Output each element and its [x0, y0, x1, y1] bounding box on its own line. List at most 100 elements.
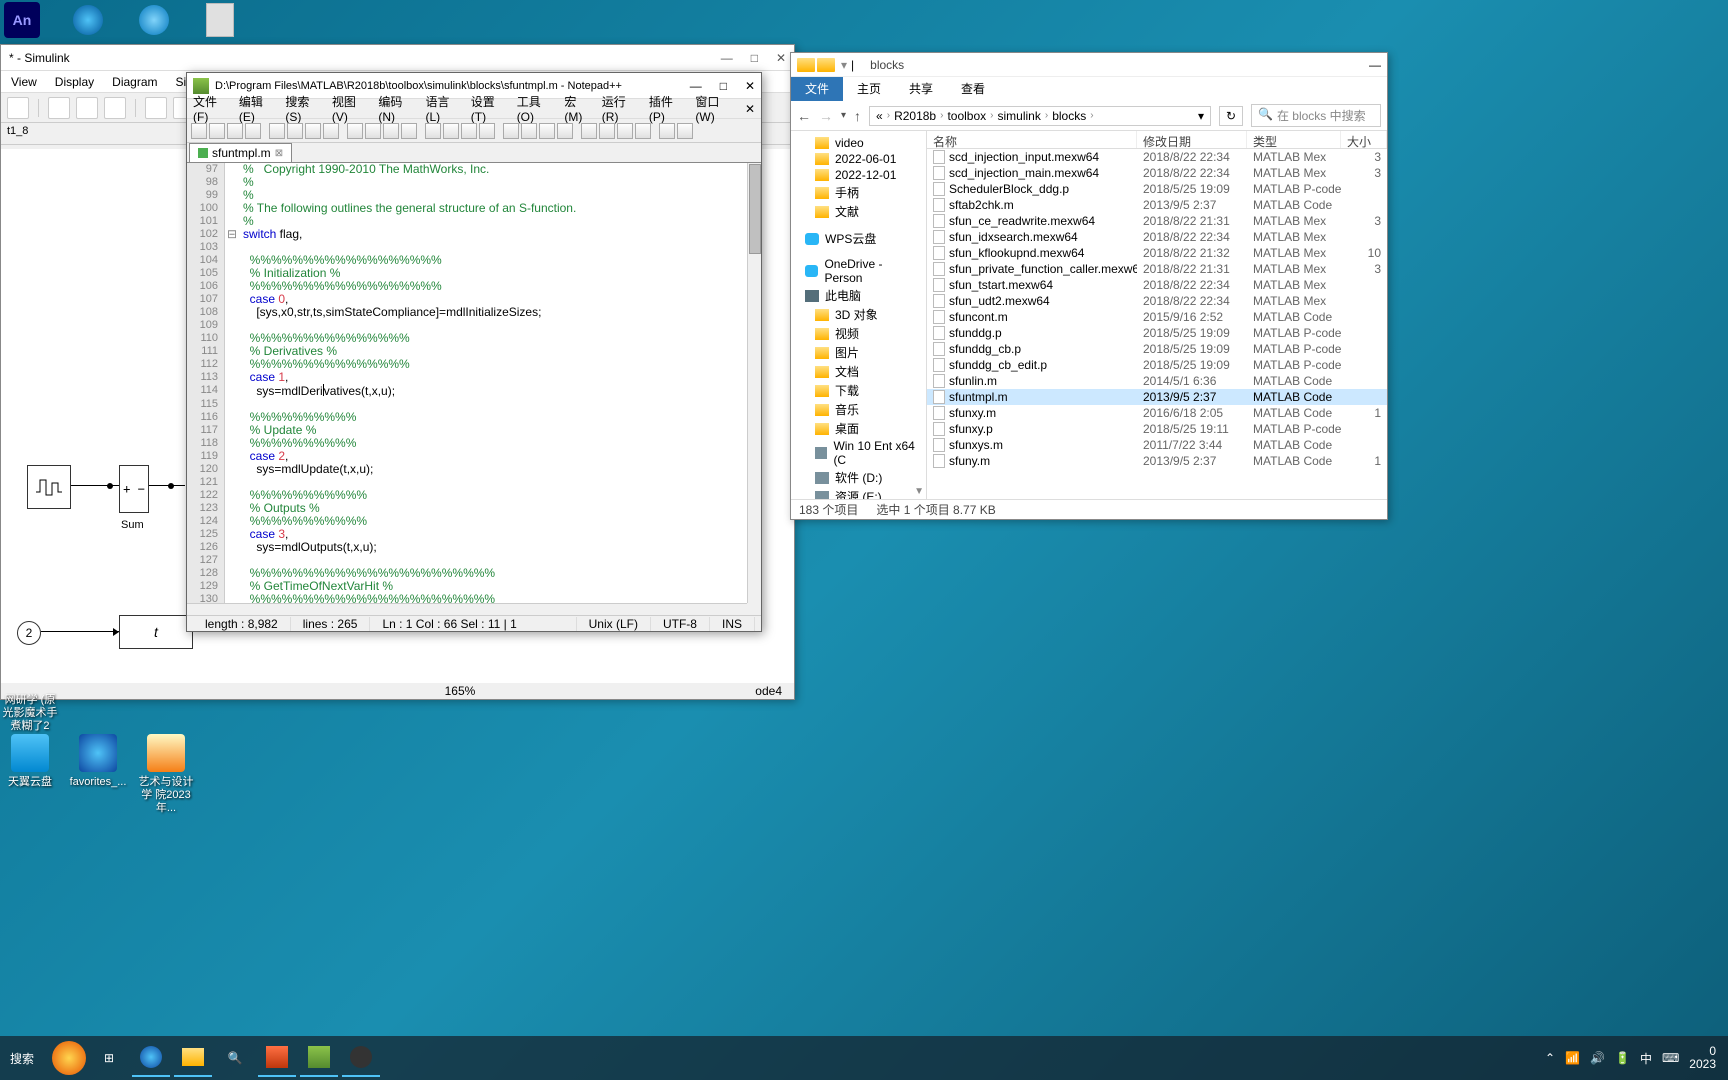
- column-headers[interactable]: 名称 修改日期 类型 大小: [927, 131, 1387, 149]
- back-button[interactable]: [48, 97, 70, 119]
- taskbar[interactable]: 搜索 ⊞ 🔍 ⌃ 📶 🔊 🔋 中 ⌨ 0 2023: [0, 1036, 1728, 1080]
- explorer-ribbon-tabs[interactable]: 文件主页共享查看: [791, 77, 1387, 101]
- file-row[interactable]: sfunddg_cb_edit.p2018/5/25 19:09MATLAB P…: [927, 357, 1387, 373]
- forward-button[interactable]: →: [819, 108, 833, 124]
- toolbar-button[interactable]: [635, 123, 651, 139]
- toolbar-button[interactable]: [539, 123, 555, 139]
- sidebar-item[interactable]: 2022-12-01: [791, 167, 926, 183]
- ribbon-tab[interactable]: 主页: [843, 77, 895, 101]
- sidebar-item[interactable]: 3D 对象: [791, 305, 926, 324]
- menu-item[interactable]: 窗口(W): [695, 93, 735, 124]
- file-row[interactable]: sftab2chk.m2013/9/5 2:37MATLAB Code: [927, 197, 1387, 213]
- minimize-button[interactable]: —: [690, 79, 702, 93]
- npp-menubar[interactable]: 文件(F)编辑(E)搜索(S)视图(V)编码(N)语言(L)设置(T)工具(O)…: [187, 99, 761, 119]
- menu-item[interactable]: 视图(V): [332, 93, 369, 124]
- sidebar-item[interactable]: 2022-06-01: [791, 151, 926, 167]
- library-button[interactable]: [145, 97, 167, 119]
- file-row[interactable]: scd_injection_input.mexw642018/8/22 22:3…: [927, 149, 1387, 165]
- menu-item[interactable]: 编码(N): [378, 93, 415, 124]
- file-row[interactable]: SchedulerBlock_ddg.p2018/5/25 19:09MATLA…: [927, 181, 1387, 197]
- ribbon-tab[interactable]: 共享: [895, 77, 947, 101]
- toolbar-button[interactable]: [365, 123, 381, 139]
- toolbar-button[interactable]: [305, 123, 321, 139]
- maximize-button[interactable]: □: [751, 51, 758, 65]
- obs-taskbar-icon[interactable]: [342, 1039, 380, 1077]
- adobe-animate-icon[interactable]: An: [4, 2, 40, 38]
- signal-generator-block[interactable]: [27, 465, 71, 509]
- system-tray[interactable]: ⌃ 📶 🔊 🔋 中 ⌨ 0 2023: [1545, 1045, 1724, 1071]
- up-button[interactable]: ↑: [854, 108, 861, 124]
- refresh-button[interactable]: ↻: [1219, 106, 1243, 126]
- sidebar-item[interactable]: 下载: [791, 381, 926, 400]
- breadcrumb-item[interactable]: toolbox: [947, 109, 986, 123]
- vertical-scrollbar[interactable]: [747, 163, 761, 603]
- search-input[interactable]: 🔍在 blocks 中搜索: [1251, 104, 1381, 127]
- menu-item[interactable]: 语言(L): [426, 93, 461, 124]
- toolbar-button[interactable]: [443, 123, 459, 139]
- toolbar-button[interactable]: [599, 123, 615, 139]
- close-button[interactable]: ✕: [776, 51, 786, 65]
- npp-tabbar[interactable]: sfuntmpl.m ⊠: [187, 143, 761, 163]
- toolbar-button[interactable]: [581, 123, 597, 139]
- close-icon[interactable]: ✕: [745, 102, 755, 116]
- document-icon[interactable]: [202, 2, 238, 38]
- menu-item[interactable]: Diagram: [112, 75, 157, 89]
- matlab-taskbar-icon[interactable]: [258, 1039, 296, 1077]
- maximize-button[interactable]: □: [720, 79, 727, 93]
- camera-app-icon[interactable]: [70, 2, 106, 38]
- toolbar-button[interactable]: [617, 123, 633, 139]
- recent-button[interactable]: ▾: [841, 110, 846, 121]
- file-row[interactable]: sfun_udt2.mexw642018/8/22 22:34MATLAB Me…: [927, 293, 1387, 309]
- sidebar-item[interactable]: 文献: [791, 202, 926, 221]
- file-row[interactable]: sfunddg_cb.p2018/5/25 19:09MATLAB P-code: [927, 341, 1387, 357]
- menu-item[interactable]: Display: [55, 75, 94, 89]
- ribbon-tab[interactable]: 查看: [947, 77, 999, 101]
- sidebar-item[interactable]: 图片: [791, 343, 926, 362]
- file-row[interactable]: sfunddg.p2018/5/25 19:09MATLAB P-code: [927, 325, 1387, 341]
- desktop-icon-edge[interactable]: favorites_...: [68, 734, 128, 816]
- file-row[interactable]: sfunlin.m2014/5/1 6:36MATLAB Code: [927, 373, 1387, 389]
- npp-editor[interactable]: 97% Copyright 1990-2010 The MathWorks, I…: [187, 163, 747, 603]
- npp-tab-active[interactable]: sfuntmpl.m ⊠: [189, 143, 292, 162]
- menu-item[interactable]: 工具(O): [517, 93, 555, 124]
- sum-block[interactable]: + −: [119, 465, 149, 513]
- minimize-button[interactable]: —: [1369, 58, 1381, 72]
- clock[interactable]: 0 2023: [1689, 1045, 1716, 1071]
- breadcrumb-item[interactable]: «: [876, 109, 883, 123]
- ime-indicator[interactable]: 中: [1640, 1050, 1652, 1067]
- toolbar-button[interactable]: [209, 123, 225, 139]
- sidebar-item[interactable]: 视频: [791, 324, 926, 343]
- menu-item[interactable]: 设置(T): [471, 93, 507, 124]
- npp-toolbar[interactable]: [187, 119, 761, 143]
- file-row[interactable]: sfun_private_function_caller.mexw642018/…: [927, 261, 1387, 277]
- file-row[interactable]: sfunxy.p2018/5/25 19:11MATLAB P-code: [927, 421, 1387, 437]
- file-row[interactable]: sfuncont.m2015/9/16 2:52MATLAB Code: [927, 309, 1387, 325]
- sidebar-item[interactable]: 桌面: [791, 419, 926, 438]
- zoom-level[interactable]: 165%: [445, 684, 476, 698]
- simulink-titlebar[interactable]: * - Simulink — □ ✕: [1, 45, 794, 71]
- forward-button[interactable]: [76, 97, 98, 119]
- keyboard-icon[interactable]: ⌨: [1662, 1051, 1679, 1065]
- file-row[interactable]: sfunxy.m2016/6/18 2:05MATLAB Code1: [927, 405, 1387, 421]
- weather-widget[interactable]: [52, 1041, 86, 1075]
- inport-block[interactable]: 2: [17, 621, 41, 645]
- toolbar-button[interactable]: [557, 123, 573, 139]
- sidebar-item[interactable]: OneDrive - Person: [791, 256, 926, 286]
- menu-item[interactable]: 宏(M): [564, 93, 591, 124]
- menu-item[interactable]: 搜索(S): [285, 93, 322, 124]
- toolbar-button[interactable]: [269, 123, 285, 139]
- breadcrumb-item[interactable]: simulink: [998, 109, 1041, 123]
- file-row[interactable]: sfun_ce_readwrite.mexw642018/8/22 21:31M…: [927, 213, 1387, 229]
- sidebar-item[interactable]: video: [791, 135, 926, 151]
- solver-label[interactable]: ode4: [755, 684, 782, 698]
- sidebar-item[interactable]: 此电脑: [791, 286, 926, 305]
- sidebar-item[interactable]: 音乐: [791, 400, 926, 419]
- desktop-icon-folder[interactable]: 艺术与设计学 院2023年...: [136, 734, 196, 816]
- breadcrumb-item[interactable]: R2018b: [894, 109, 936, 123]
- toolbar-button[interactable]: [479, 123, 495, 139]
- explorer-titlebar[interactable]: ▾| blocks —: [791, 53, 1387, 77]
- sidebar-item[interactable]: 文档: [791, 362, 926, 381]
- toolbar-button[interactable]: [383, 123, 399, 139]
- file-row[interactable]: sfun_tstart.mexw642018/8/22 22:34MATLAB …: [927, 277, 1387, 293]
- toolbar-button[interactable]: [191, 123, 207, 139]
